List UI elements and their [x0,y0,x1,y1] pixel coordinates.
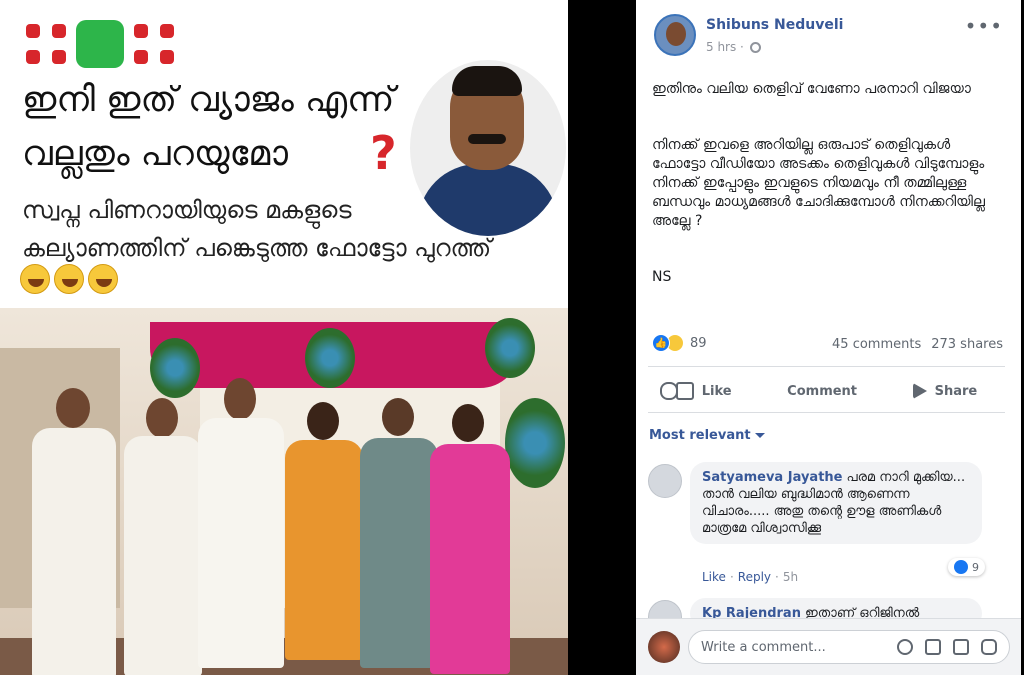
comment-input[interactable]: Write a comment... [688,630,1010,664]
speech-bubble-icon [660,382,678,400]
camera-icon[interactable] [925,639,941,655]
post-action-bar: Like Comment Share [648,372,1005,410]
question-mark-icon: ? [370,126,397,180]
engagement-stats: 45 comments 273 shares [832,337,1003,352]
author-avatar[interactable] [654,14,696,56]
chevron-down-icon [754,433,765,438]
reaction-count: 89 [690,335,707,351]
meme-subline-2: കല്യാണത്തിന് പങ്കെടുത്ത ഫോട്ടോ പുറത്ത് [22,234,492,262]
comment-reaction-badge[interactable]: 9 [948,558,985,576]
emoji-row [22,20,178,68]
shares-count-link[interactable]: 273 shares [931,337,1003,352]
sticker-icon[interactable] [981,639,997,655]
post-text-paragraph-2: നിനക്ക് ഇവളെ അറിയില്ല ഒരുപാട് തെളിവുകൾ ഫ… [652,137,985,229]
reaction-summary[interactable]: 👍 89 [652,334,707,352]
comment-bubble: Satyameva Jayathe പരമ നാറി മുക്കിയ... താൻ… [690,462,982,544]
comment-item: Satyameva Jayathe പരമ നാറി മുക്കിയ... താൻ… [648,462,1008,590]
thumbs-up-icon [675,382,694,400]
commenter-avatar[interactable] [648,464,682,498]
laughing-emoji-row [20,264,118,294]
meme-headline-1: ഇനി ഇത് വ്യാജം എന്ന് [22,80,395,120]
like-label: Like [701,383,732,399]
comments-count-link[interactable]: 45 comments [832,337,921,352]
like-button[interactable]: Like [675,382,732,400]
group-photo [0,308,568,675]
green-square-icon [76,20,124,68]
anger-symbol-icon [130,20,178,68]
comment-filter-label: Most relevant [649,428,751,443]
like-reaction-icon [954,560,968,574]
like-reaction-icon: 👍 [652,334,670,352]
meme-headline-2: വല്ലതും പറയുമോ [22,134,288,174]
divider [648,412,1005,413]
globe-icon [749,41,761,53]
divider [648,366,1005,367]
comment-actions: Like · Reply · 5h [702,570,799,584]
comment-label: Comment [787,383,858,399]
meme-text-area: ഇനി ഇത് വ്യാജം എന്ന് വല്ലതും പറയുമോ ? സ്… [0,0,568,308]
laughing-face-icon [88,264,118,294]
comment-input-placeholder: Write a comment... [701,639,826,655]
author-name[interactable]: Shibuns Neduveli [706,17,843,33]
facebook-post: Shibuns Neduveli 5 hrs · ••• ഇതിനും വലിയ… [636,0,1021,675]
comment-composer: Write a comment... [636,618,1021,675]
comment-reply-link[interactable]: Reply [738,570,771,584]
share-button[interactable]: Share [912,383,978,399]
more-options-icon[interactable]: ••• [965,14,1003,38]
composer-icons [897,639,997,655]
meme-subline-1: സ്വപ്ന പിണറായിയുടെ മകളുടെ [22,196,352,224]
post-meta: 5 hrs · [706,40,761,54]
comment-button[interactable]: Comment [660,382,858,400]
comment-filter-dropdown[interactable]: Most relevant [649,428,765,443]
commenter-name[interactable]: Satyameva Jayathe [702,470,842,485]
post-text-paragraph-3: NS [652,269,672,285]
laughing-face-icon [20,264,50,294]
post-time[interactable]: 5 hrs · [706,40,744,54]
share-arrow-icon [912,383,927,399]
post-text-paragraph-1: ഇതിനും വലിയ തെളിവ് വേണോ പരനാറി വിജയാ [652,81,971,97]
post-image[interactable]: ഇനി ഇത് വ്യാജം എന്ന് വല്ലതും പറയുമോ ? സ്… [0,0,568,675]
comment-time[interactable]: 5h [783,570,798,584]
current-user-avatar [648,631,680,663]
gif-icon[interactable] [953,639,969,655]
comment-reaction-count: 9 [972,560,979,574]
comment-like-link[interactable]: Like [702,570,726,584]
laughing-face-icon [54,264,84,294]
anger-symbol-icon [22,20,70,68]
share-label: Share [934,383,978,399]
emoji-icon[interactable] [897,639,913,655]
screenshot-root: ഇനി ഇത് വ്യാജം എന്ന് വല്ലതും പറയുമോ ? സ്… [0,0,1024,675]
portrait-photo [410,60,566,236]
